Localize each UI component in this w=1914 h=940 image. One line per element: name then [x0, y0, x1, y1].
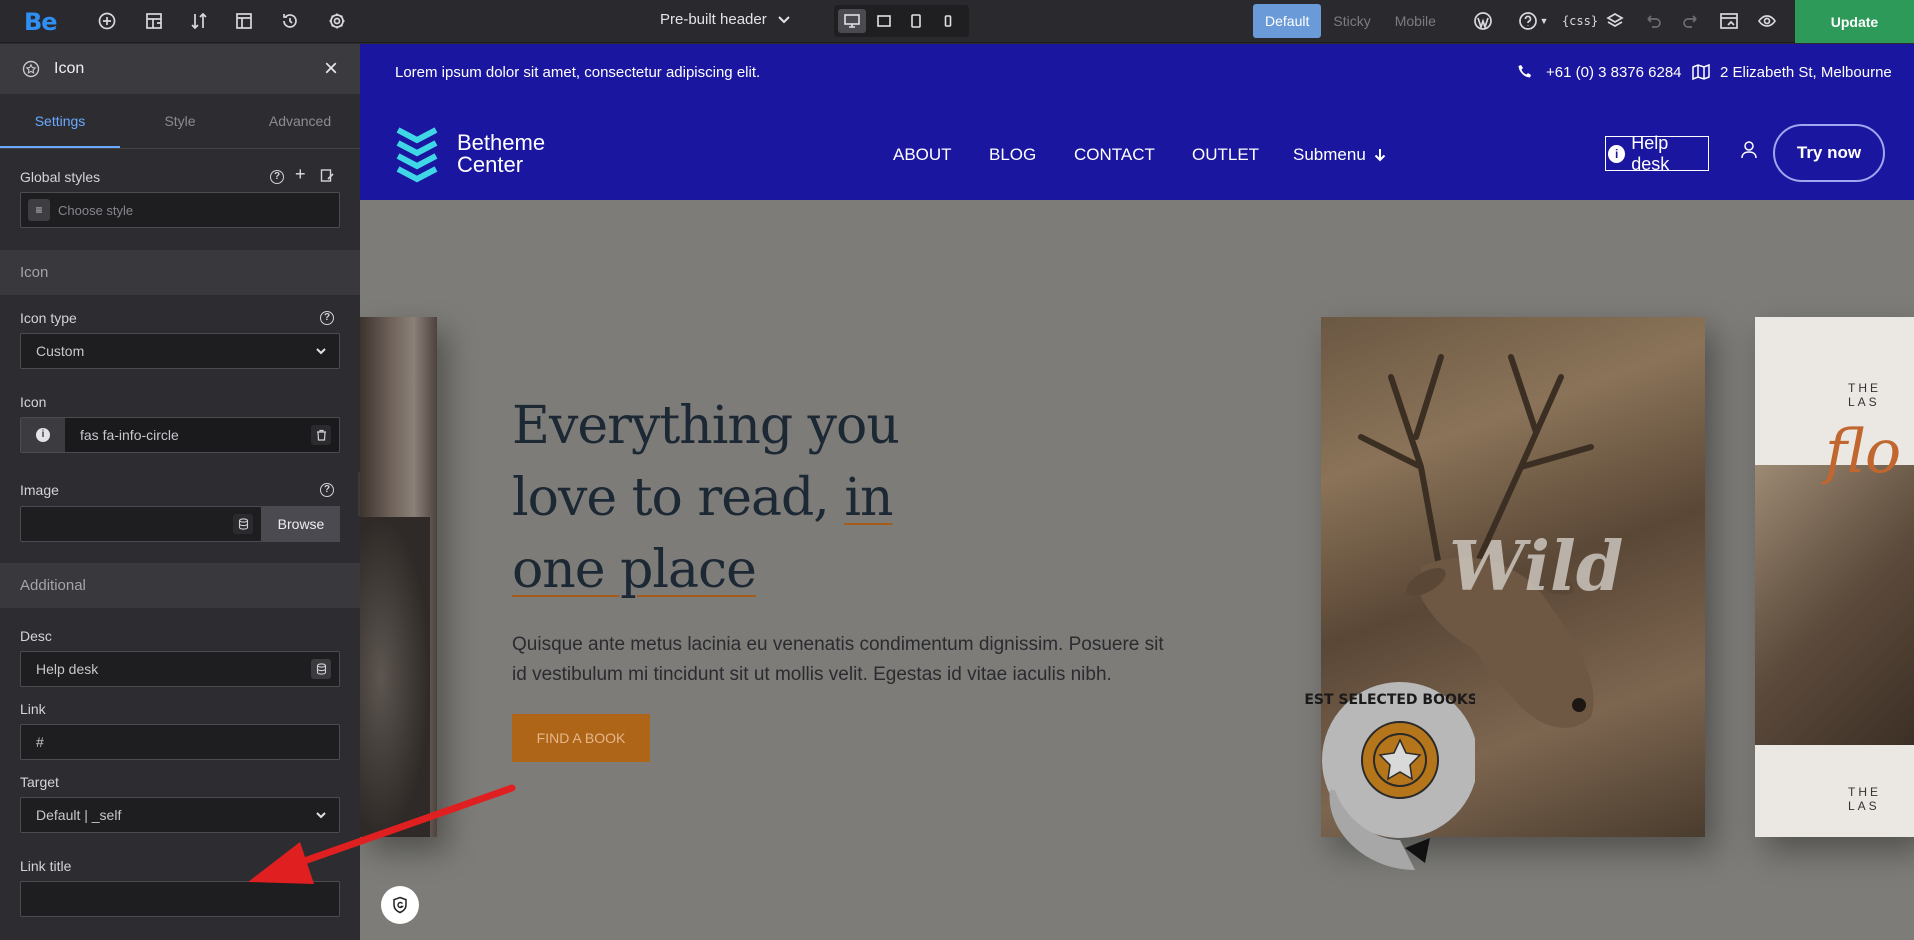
annotation-arrow — [248, 784, 516, 884]
